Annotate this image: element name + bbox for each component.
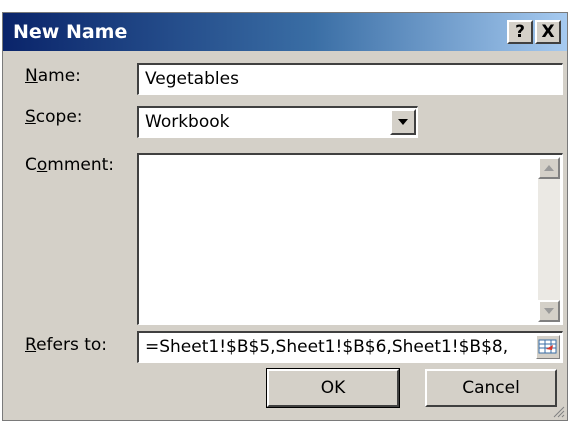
resize-grip-icon[interactable]	[551, 404, 565, 418]
range-select-button[interactable]	[536, 335, 560, 359]
scroll-up-button[interactable]	[538, 157, 560, 179]
help-button[interactable]: ?	[507, 20, 533, 44]
name-input[interactable]: Vegetables	[137, 63, 563, 95]
comment-textarea[interactable]	[137, 153, 563, 325]
comment-scrollbar[interactable]	[538, 157, 560, 322]
close-icon: X	[541, 22, 555, 42]
scope-label: Scope:	[25, 107, 83, 127]
title-bar: New Name ? X	[3, 13, 567, 51]
scope-select[interactable]: Workbook	[137, 106, 418, 138]
arrow-up-icon	[544, 165, 554, 171]
cancel-button[interactable]: Cancel	[425, 369, 557, 407]
chevron-down-icon	[398, 119, 408, 125]
comment-label: Comment:	[25, 155, 115, 175]
close-button[interactable]: X	[535, 20, 561, 44]
scroll-down-button[interactable]	[538, 300, 560, 322]
ok-button[interactable]: OK	[266, 368, 400, 408]
arrow-down-icon	[544, 308, 554, 314]
help-icon: ?	[515, 22, 525, 42]
scope-value: Workbook	[145, 112, 230, 132]
dialog-title: New Name	[13, 21, 128, 43]
refers-to-label: Refers to:	[25, 335, 108, 355]
refers-to-value: =Sheet1!$B$5,Sheet1!$B$6,Sheet1!$B$8,	[145, 337, 509, 357]
range-select-icon	[538, 339, 557, 354]
scope-dropdown-button[interactable]	[390, 109, 416, 135]
refers-to-input[interactable]: =Sheet1!$B$5,Sheet1!$B$6,Sheet1!$B$8,	[137, 331, 563, 363]
new-name-dialog: New Name ? X Name: Vegetables Scope: Wor…	[2, 12, 568, 421]
name-label: Name:	[25, 66, 81, 86]
